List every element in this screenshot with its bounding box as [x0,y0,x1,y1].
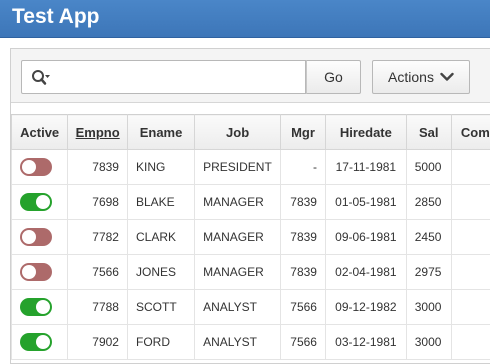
active-toggle[interactable] [20,298,52,316]
column-header-empno[interactable]: Empno [67,114,128,150]
table-row: 7566 JONES MANAGER 7839 02-04-1981 2975 [10,254,490,290]
cell-comm [450,184,490,220]
search-icon[interactable] [31,69,51,87]
cell-job: ANALYST [194,289,282,325]
column-header-mgr[interactable]: Mgr [280,114,326,150]
cell-empno: 7698 [67,184,128,220]
active-toggle[interactable] [20,263,52,281]
table-header-row: Active Empno Ename Job Mgr Hiredate Sal Com [10,114,490,150]
cell-empno: 7839 [67,149,128,185]
column-header-active[interactable]: Active [10,114,69,150]
column-header-label: Com [460,124,490,140]
cell-ename: KING [126,149,196,185]
active-toggle[interactable] [20,193,52,211]
cell-active [10,149,69,185]
cell-active [10,324,69,360]
cell-ename: BLAKE [126,184,196,220]
toggle-knob [36,195,50,209]
active-toggle[interactable] [20,333,52,351]
cell-sal: 5000 [405,149,452,185]
app-header: Test App [0,0,490,38]
cell-empno: 7566 [67,254,128,290]
cell-sal: 2975 [405,254,452,290]
app-title: Test App [12,5,100,28]
cell-sal: 2450 [405,219,452,255]
cell-comm [450,254,490,290]
cell-job: MANAGER [194,254,282,290]
cell-job: MANAGER [194,219,282,255]
toggle-knob [22,265,36,279]
report-toolbar: Go Actions [11,49,490,103]
column-header-label: Ename [139,124,183,140]
cell-mgr: 7566 [280,324,326,360]
cell-ename: SCOTT [126,289,196,325]
toggle-knob [22,230,36,244]
cell-comm [450,149,490,185]
column-header-hiredate[interactable]: Hiredate [324,114,407,150]
search-input[interactable] [58,61,303,93]
cell-mgr: 7839 [280,219,326,255]
cell-sal: 3000 [405,324,452,360]
chevron-down-icon [440,72,454,81]
cell-active [10,184,69,220]
cell-empno: 7902 [67,324,128,360]
report-table: Active Empno Ename Job Mgr Hiredate Sal Com 783… [10,114,490,360]
cell-mgr: 7839 [280,184,326,220]
cell-ename: FORD [126,324,196,360]
table-row: 7698 BLAKE MANAGER 7839 01-05-1981 2850 [10,184,490,220]
cell-hiredate: 09-06-1981 [324,219,407,255]
table-row: 7788 SCOTT ANALYST 7566 09-12-1982 3000 [10,289,490,325]
cell-empno: 7788 [67,289,128,325]
column-header-sal[interactable]: Sal [405,114,452,150]
cell-active [10,289,69,325]
cell-active [10,219,69,255]
table-row: 7839 KING PRESIDENT -17-11-1981 5000 [10,149,490,185]
column-header-job[interactable]: Job [194,114,282,150]
report-region: Go Actions Active Empno Ename Job Mgr Hiredat… [10,48,490,364]
cell-ename: JONES [126,254,196,290]
active-toggle[interactable] [20,158,52,176]
column-header-label: Sal [418,124,439,140]
cell-sal: 2850 [405,184,452,220]
cell-comm [450,289,490,325]
column-header-ename[interactable]: Ename [126,114,196,150]
cell-mgr: 7839 [280,254,326,290]
cell-hiredate: 03-12-1981 [324,324,407,360]
column-header-label: Job [226,124,250,140]
search-box [21,60,306,94]
cell-comm [450,219,490,255]
toggle-knob [22,160,36,174]
cell-empno: 7782 [67,219,128,255]
toggle-knob [36,300,50,314]
cell-job: ANALYST [194,324,282,360]
column-header-label: Hiredate [339,124,392,140]
cell-hiredate: 17-11-1981 [324,149,407,185]
cell-sal: 3000 [405,289,452,325]
toggle-knob [36,335,50,349]
cell-comm [450,324,490,360]
cell-hiredate: 09-12-1982 [324,289,407,325]
column-header-com[interactable]: Com [450,114,490,150]
cell-ename: CLARK [126,219,196,255]
column-header-label: Mgr [291,124,315,140]
actions-menu-button[interactable]: Actions [372,60,470,94]
cell-job: MANAGER [194,184,282,220]
actions-label: Actions [388,69,434,85]
cell-hiredate: 01-05-1981 [324,184,407,220]
cell-mgr: - [280,149,326,185]
cell-hiredate: 02-04-1981 [324,254,407,290]
table-row: 7782 CLARK MANAGER 7839 09-06-1981 2450 [10,219,490,255]
cell-job: PRESIDENT [194,149,282,185]
column-header-label: Active [20,124,60,140]
table-body: 7839 KING PRESIDENT -17-11-1981 5000 7698 BLAK… [10,149,490,360]
cell-active [10,254,69,290]
table-row: 7902 FORD ANALYST 7566 03-12-1981 3000 [10,324,490,360]
active-toggle[interactable] [20,228,52,246]
go-button[interactable]: Go [306,60,361,94]
cell-mgr: 7566 [280,289,326,325]
column-header-label: Empno [75,124,120,140]
